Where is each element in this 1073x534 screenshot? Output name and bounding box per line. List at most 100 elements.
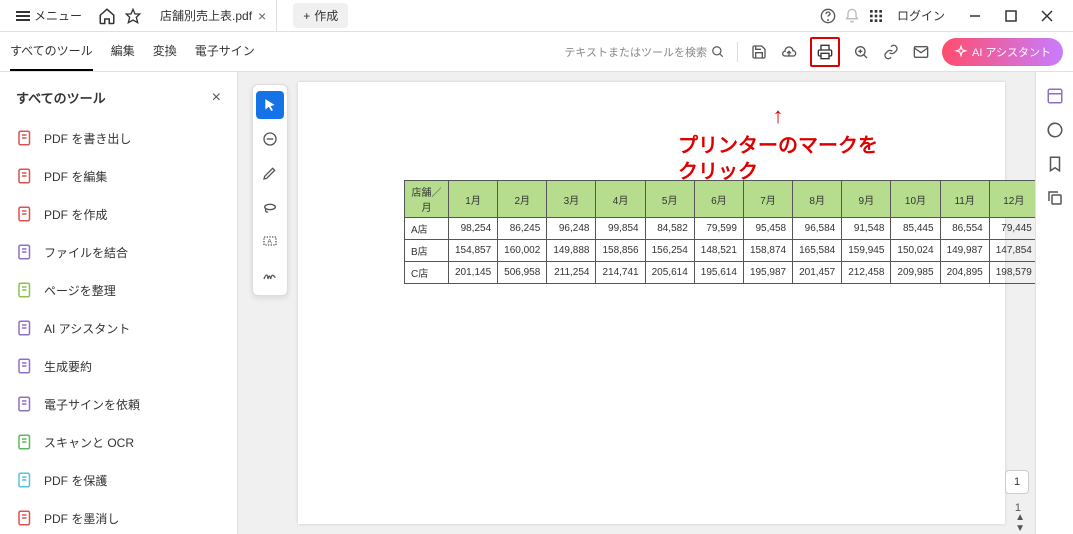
tool-icon (16, 243, 34, 261)
divider (737, 42, 738, 62)
tool-icon (16, 395, 34, 413)
document-tab[interactable]: 店舗別売上表.pdf × (150, 0, 277, 32)
mail-icon[interactable] (912, 43, 930, 61)
link-icon[interactable] (882, 43, 900, 61)
svg-text:A: A (267, 239, 272, 246)
panel-icon-1[interactable] (1045, 86, 1065, 106)
cloud-icon[interactable] (780, 43, 798, 61)
scroll-arrows[interactable]: ▲▼ (1015, 512, 1025, 534)
tool-icon (16, 129, 34, 147)
tool-icon (16, 509, 34, 527)
menu-button[interactable]: メニュー (8, 3, 90, 28)
plus-icon: + (303, 9, 310, 23)
sidebar-header: すべてのツール × (0, 84, 237, 119)
new-tab-label: 作成 (314, 7, 338, 24)
textbox-tool-icon[interactable]: A (256, 227, 284, 255)
sidebar-item-label: PDF を編集 (44, 168, 107, 185)
ai-assistant-button[interactable]: AI アシスタント (942, 38, 1063, 66)
sidebar-item-label: ファイルを結合 (44, 244, 128, 261)
annotation-line1: プリンターのマークを (678, 133, 878, 159)
tool-icon (16, 281, 34, 299)
print-button-highlight (810, 37, 840, 67)
titlebar-left: メニュー 店舗別売上表.pdf × + 作成 (0, 0, 348, 32)
sidebar-item-label: PDF を作成 (44, 206, 107, 223)
tool-icon (16, 205, 34, 223)
sidebar-item[interactable]: PDF を書き出し (0, 119, 237, 157)
main-area: すべてのツール × PDF を書き出し PDF を編集 PDF を作成ファイルを結合… (0, 72, 1073, 534)
annotation-callout: ↑ プリンターのマークを クリック (678, 102, 878, 185)
window-controls (957, 0, 1065, 32)
sidebar-item-label: ページを整理 (44, 282, 116, 299)
tool-icon (16, 319, 34, 337)
apps-icon[interactable] (867, 7, 885, 25)
tab-title: 店舗別売上表.pdf (160, 7, 252, 24)
tab-close-icon[interactable]: × (258, 9, 266, 23)
tool-icon (16, 167, 34, 185)
lasso-tool-icon[interactable] (256, 193, 284, 221)
bookmark-icon[interactable] (1045, 154, 1065, 174)
close-button[interactable] (1029, 0, 1065, 32)
tab-all-tools[interactable]: すべてのツール (10, 32, 93, 71)
sidebar-item-label: 生成要約 (44, 358, 92, 375)
titlebar-right: ログイン (819, 0, 1073, 32)
sidebar-item-label: スキャンと OCR (44, 434, 134, 451)
save-icon[interactable] (750, 43, 768, 61)
floating-toolbar: A (252, 84, 288, 296)
login-button[interactable]: ログイン (897, 7, 945, 24)
draw-tool-icon[interactable] (256, 159, 284, 187)
pdf-page: 店舗／月1月2月3月4月5月6月7月8月9月10月11月12月A店98,2548… (298, 82, 1005, 524)
home-icon[interactable] (98, 7, 116, 25)
comment-tool-icon[interactable] (256, 125, 284, 153)
sidebar-item[interactable]: PDF を編集 (0, 157, 237, 195)
bell-icon[interactable] (843, 7, 861, 25)
sidebar-item-label: AI アシスタント (44, 320, 130, 337)
sidebar-item[interactable]: スキャンと OCR (0, 423, 237, 461)
sidebar-item-label: PDF を書き出し (44, 130, 131, 147)
sidebar-title: すべてのツール (16, 88, 106, 107)
tool-icon (16, 433, 34, 451)
help-icon[interactable] (819, 7, 837, 25)
arrow-up-icon: ↑ (678, 102, 878, 131)
tab-convert[interactable]: 変換 (153, 32, 177, 71)
sales-table: 店舗／月1月2月3月4月5月6月7月8月9月10月11月12月A店98,2548… (404, 180, 1035, 284)
sidebar-item-label: PDF を保護 (44, 472, 107, 489)
sidebar-item[interactable]: AI アシスタント (0, 309, 237, 347)
copy-icon[interactable] (1045, 188, 1065, 208)
select-tool-icon[interactable] (256, 91, 284, 119)
sidebar-close-icon[interactable]: × (212, 89, 221, 107)
document-area: A 店舗／月1月2月3月4月5月6月7月8月9月10月11月12月A店98,25… (238, 72, 1035, 534)
sidebar-item[interactable]: 生成要約 (0, 347, 237, 385)
sidebar-item[interactable]: PDF を保護 (0, 461, 237, 499)
sidebar-item[interactable]: ページを整理 (0, 271, 237, 309)
panel-icon-2[interactable] (1045, 120, 1065, 140)
sidebar-item-label: PDF を墨消し (44, 510, 119, 527)
search-box[interactable]: テキストまたはツールを検索 (564, 44, 725, 60)
titlebar: メニュー 店舗別売上表.pdf × + 作成 ログイン (0, 0, 1073, 32)
signature-tool-icon[interactable] (256, 261, 284, 289)
sidebar-item[interactable]: PDF を作成 (0, 195, 237, 233)
page-current-input[interactable]: 1 (1005, 470, 1029, 494)
tool-icon (16, 357, 34, 375)
toolbar-right: テキストまたはツールを検索 AI アシスタント (564, 37, 1063, 67)
right-rail (1035, 72, 1073, 534)
maximize-button[interactable] (993, 0, 1029, 32)
sidebar-item[interactable]: PDF を墨消し (0, 499, 237, 534)
hamburger-icon (16, 11, 30, 21)
tools-sidebar: すべてのツール × PDF を書き出し PDF を編集 PDF を作成ファイルを結合… (0, 72, 238, 534)
toolbar-tabs: すべてのツール 編集 変換 電子サイン (10, 32, 255, 71)
search-placeholder: テキストまたはツールを検索 (564, 44, 707, 60)
sparkle-icon (954, 45, 968, 59)
sidebar-item[interactable]: ファイルを結合 (0, 233, 237, 271)
annotation-line2: クリック (678, 159, 878, 185)
star-icon[interactable] (124, 7, 142, 25)
ai-label: AI アシスタント (972, 44, 1051, 60)
tab-esign[interactable]: 電子サイン (195, 32, 255, 71)
print-icon[interactable] (816, 43, 834, 61)
new-tab-button[interactable]: + 作成 (293, 3, 348, 28)
search-icon (711, 45, 725, 59)
sidebar-item-label: 電子サインを依頼 (44, 396, 140, 413)
tab-edit[interactable]: 編集 (111, 32, 135, 71)
find-icon[interactable] (852, 43, 870, 61)
sidebar-item[interactable]: 電子サインを依頼 (0, 385, 237, 423)
minimize-button[interactable] (957, 0, 993, 32)
